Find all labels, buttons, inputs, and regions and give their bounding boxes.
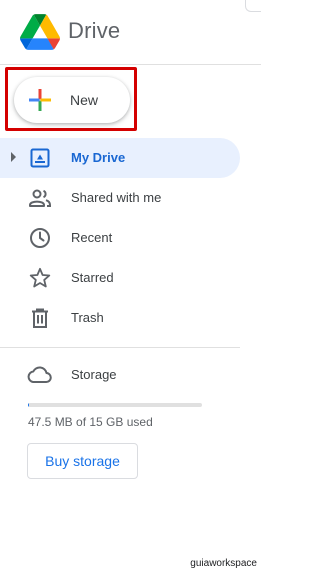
sidebar-item-recent[interactable]: Recent: [0, 218, 240, 258]
storage-usage-fill: [28, 403, 29, 407]
trash-icon: [32, 308, 48, 328]
sidebar-item-shared-with-me[interactable]: Shared with me: [0, 178, 240, 218]
sidebar-item-trash[interactable]: Trash: [0, 298, 240, 338]
sidebar-divider: [0, 347, 240, 348]
google-drive-logo[interactable]: [20, 14, 60, 50]
new-button-label: New: [70, 92, 99, 108]
storage-label: Storage: [71, 367, 117, 382]
sidebar-item-label: Shared with me: [71, 190, 162, 205]
sidebar-item-storage[interactable]: Storage: [0, 355, 240, 395]
plus-icon: [29, 89, 51, 111]
clock-icon: [30, 228, 50, 248]
sidebar-nav: My Drive Shared with me Recent Starred T…: [0, 138, 240, 338]
sidebar-item-label: My Drive: [71, 150, 126, 165]
storage-usage-text: 47.5 MB of 15 GB used: [28, 415, 153, 429]
people-icon: [29, 189, 51, 207]
sidebar-item-label: Trash: [71, 310, 104, 325]
sidebar-item-label: Starred: [71, 270, 114, 285]
app-brand: Drive: [68, 18, 121, 43]
new-button[interactable]: New: [14, 77, 130, 123]
header-stub: [245, 0, 261, 12]
app-header: Drive: [0, 0, 261, 65]
my-drive-icon: [30, 148, 50, 168]
sidebar-item-starred[interactable]: Starred: [0, 258, 240, 298]
sidebar-item-label: Recent: [71, 230, 113, 245]
expand-caret-icon[interactable]: [11, 152, 16, 162]
watermark-text: guiaworkspace: [190, 558, 257, 569]
star-icon: [29, 267, 51, 288]
storage-usage-bar: [28, 403, 202, 407]
cloud-icon: [27, 366, 52, 383]
sidebar-item-my-drive[interactable]: My Drive: [0, 138, 240, 178]
buy-storage-button[interactable]: Buy storage: [27, 443, 138, 479]
